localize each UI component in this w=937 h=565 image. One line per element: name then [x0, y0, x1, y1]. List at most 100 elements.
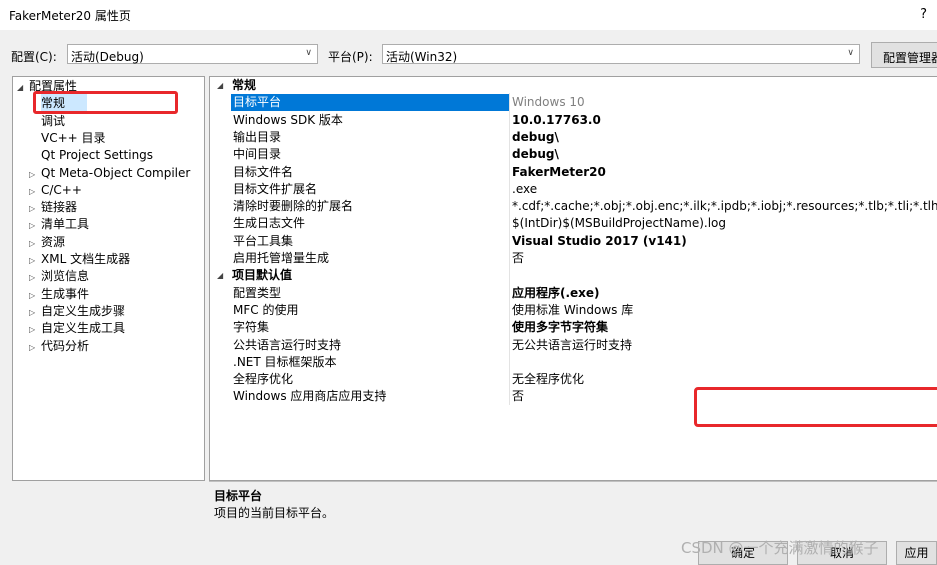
property-value[interactable]: FakerMeter20	[512, 164, 606, 181]
property-value[interactable]: 应用程序(.exe)	[512, 285, 600, 302]
expand-arrow-icon[interactable]: ▷	[29, 217, 41, 234]
property-name: 公共语言运行时支持	[233, 337, 342, 352]
config-dropdown[interactable]: 活动(Debug) ∨	[67, 44, 318, 64]
expand-arrow-icon[interactable]: ▷	[29, 321, 41, 338]
grid-category[interactable]: ◢ 常规	[210, 77, 937, 94]
property-value[interactable]: .exe	[512, 181, 537, 198]
property-tree[interactable]: ◢ 配置属性 常规 调试 VC++ 目录 Qt Project Settings ▷ Qt M…	[12, 76, 205, 481]
grid-category-label: 项目默认值	[232, 268, 293, 283]
tree-item-label: 调试	[41, 113, 66, 128]
property-value[interactable]: 无全程序优化	[512, 371, 584, 388]
grid-row[interactable]: 输出目录 debug\	[210, 129, 937, 146]
grid-row[interactable]: 中间目录 debug\	[210, 146, 937, 163]
grid-row[interactable]: 平台工具集 Visual Studio 2017 (v141)	[210, 233, 937, 250]
chevron-down-icon: ∨	[847, 48, 854, 58]
tree-item[interactable]: ▷ Qt Meta-Object Compiler	[29, 165, 190, 182]
config-manager-button[interactable]: 配置管理器	[871, 42, 937, 68]
grid-row[interactable]: 启用托管增量生成 否	[210, 250, 937, 267]
tree-item-label: XML 文档生成器	[41, 252, 131, 266]
property-value[interactable]: 否	[512, 250, 524, 267]
expand-arrow-icon[interactable]: ▷	[29, 304, 41, 321]
grid-row[interactable]: Windows SDK 版本 10.0.17763.0	[210, 112, 937, 129]
property-name: 全程序优化	[233, 372, 294, 387]
grid-row[interactable]: 公共语言运行时支持 无公共语言运行时支持	[210, 337, 937, 354]
property-name: 中间目录	[233, 147, 282, 162]
property-name: 目标文件扩展名	[233, 181, 318, 196]
grid-row[interactable]: 目标文件扩展名 .exe	[210, 181, 937, 198]
tree-item[interactable]: ▷ 清单工具	[29, 216, 89, 233]
tree-item[interactable]: ▷ C/C++	[29, 182, 82, 199]
property-value[interactable]: 无公共语言运行时支持	[512, 337, 632, 354]
apply-button[interactable]: 应用	[896, 541, 937, 565]
property-name: 目标平台	[233, 95, 282, 110]
grid-row[interactable]: 目标平台 Windows 10	[210, 94, 937, 112]
tree-item[interactable]: VC++ 目录	[41, 130, 106, 147]
tree-item[interactable]: ▷ 浏览信息	[29, 268, 89, 285]
grid-row[interactable]: 全程序优化 无全程序优化	[210, 371, 937, 388]
tree-item-label: 代码分析	[41, 338, 90, 353]
property-value[interactable]: Windows 10	[512, 94, 585, 111]
collapse-arrow-icon[interactable]: ◢	[217, 267, 223, 284]
title-bar: FakerMeter20 属性页 ?	[0, 0, 937, 30]
grid-category-label: 常规	[232, 78, 257, 92]
tree-item[interactable]: ▷ 生成事件	[29, 286, 89, 303]
property-name: .NET 目标框架版本	[233, 354, 337, 369]
tree-item[interactable]: ▷ 自定义生成工具	[29, 320, 125, 337]
window-title: FakerMeter20 属性页	[9, 9, 131, 23]
collapse-arrow-icon[interactable]: ◢	[217, 77, 223, 94]
property-name: 生成日志文件	[233, 216, 306, 231]
property-name: 输出目录	[233, 129, 282, 144]
expand-arrow-icon[interactable]: ▷	[29, 287, 41, 304]
tree-item[interactable]: ▷ XML 文档生成器	[29, 251, 130, 268]
description-panel: 目标平台 项目的当前目标平台。	[209, 481, 937, 537]
grid-row[interactable]: MFC 的使用 使用标准 Windows 库	[210, 302, 937, 319]
tree-item-label: VC++ 目录	[41, 130, 106, 145]
property-value[interactable]: *.cdf;*.cache;*.obj;*.obj.enc;*.ilk;*.ip…	[512, 198, 937, 215]
tree-item-label: Qt Meta-Object Compiler	[41, 165, 191, 180]
tree-item-label: 资源	[41, 234, 66, 249]
config-dropdown-value: 活动(Debug)	[71, 50, 144, 64]
grid-row[interactable]: 生成日志文件 $(IntDir)$(MSBuildProjectName).log	[210, 215, 937, 232]
property-name: Windows SDK 版本	[233, 112, 343, 127]
property-value[interactable]: 使用标准 Windows 库	[512, 302, 633, 319]
expand-arrow-icon[interactable]: ▷	[29, 269, 41, 286]
grid-row[interactable]: 字符集 使用多字节字符集	[210, 319, 937, 336]
property-value[interactable]: debug\	[512, 129, 559, 146]
expand-arrow-icon[interactable]: ▷	[29, 200, 41, 217]
tree-item[interactable]: ▷ 自定义生成步骤	[29, 303, 125, 320]
grid-row[interactable]: .NET 目标框架版本	[210, 354, 937, 371]
tree-item-label: 生成事件	[41, 286, 90, 301]
description-text: 项目的当前目标平台。	[214, 506, 335, 520]
tree-item[interactable]: 调试	[41, 113, 65, 130]
platform-dropdown[interactable]: 活动(Win32) ∨	[382, 44, 860, 64]
grid-row[interactable]: 目标文件名 FakerMeter20	[210, 164, 937, 181]
property-value[interactable]: 使用多字节字符集	[512, 319, 608, 336]
config-toolbar: 配置(C): 活动(Debug) ∨ 平台(P): 活动(Win32) ∨ 配置…	[0, 40, 937, 70]
tree-item[interactable]: Qt Project Settings	[41, 147, 153, 164]
expand-arrow-icon[interactable]: ▷	[29, 252, 41, 269]
grid-row[interactable]: 配置类型 应用程序(.exe)	[210, 285, 937, 302]
expand-arrow-icon[interactable]: ▷	[29, 235, 41, 252]
expand-arrow-icon[interactable]: ▷	[29, 166, 41, 183]
expand-arrow-icon[interactable]: ◢	[17, 79, 29, 96]
column-divider[interactable]	[509, 93, 510, 405]
expand-arrow-icon[interactable]: ▷	[29, 183, 41, 200]
property-name: Windows 应用商店应用支持	[233, 389, 387, 404]
property-grid[interactable]: ◢ 常规目标平台 Windows 10 Windows SDK 版本 10.0.1776…	[209, 76, 937, 481]
tree-item-label: 自定义生成工具	[41, 321, 126, 336]
tree-item-label: C/C++	[41, 182, 82, 197]
tree-item[interactable]: ▷ 资源	[29, 234, 65, 251]
property-value[interactable]: 否	[512, 388, 524, 405]
tree-item[interactable]: ▷ 代码分析	[29, 338, 89, 355]
grid-category[interactable]: ◢ 项目默认值	[210, 267, 937, 284]
grid-row[interactable]: 清除时要删除的扩展名 *.cdf;*.cache;*.obj;*.obj.enc;…	[210, 198, 937, 215]
property-name: 启用托管增量生成	[233, 251, 330, 265]
property-value[interactable]: debug\	[512, 146, 559, 163]
expand-arrow-icon[interactable]: ▷	[29, 339, 41, 356]
property-name: 清除时要删除的扩展名	[233, 199, 354, 214]
property-value[interactable]: $(IntDir)$(MSBuildProjectName).log	[512, 215, 726, 232]
property-value[interactable]: 10.0.17763.0	[512, 112, 601, 129]
property-value[interactable]: Visual Studio 2017 (v141)	[512, 233, 687, 250]
tree-item[interactable]: ▷ 链接器	[29, 199, 77, 216]
help-button[interactable]: ?	[920, 7, 927, 22]
